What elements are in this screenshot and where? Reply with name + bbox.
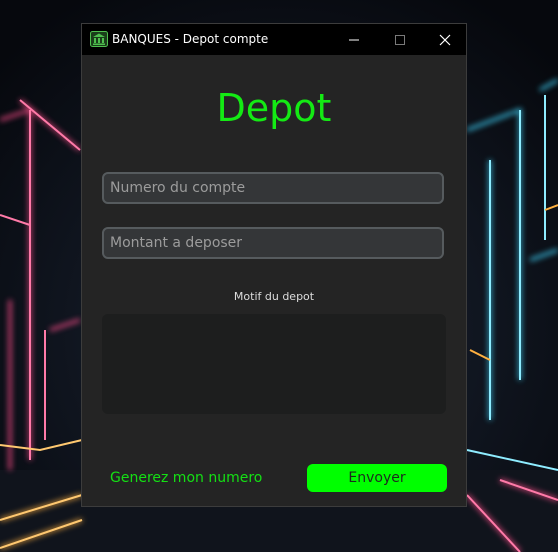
bank-icon bbox=[90, 31, 108, 47]
close-icon bbox=[439, 34, 451, 46]
deposit-window: BANQUES - Depot compte Depot Motif du de… bbox=[81, 23, 467, 507]
maximize-button[interactable] bbox=[377, 24, 423, 55]
motif-textarea[interactable] bbox=[102, 314, 446, 414]
account-number-input[interactable] bbox=[102, 172, 444, 204]
window-title: BANQUES - Depot compte bbox=[112, 32, 269, 46]
title-bar[interactable]: BANQUES - Depot compte bbox=[82, 24, 466, 55]
generate-number-link[interactable]: Generez mon numero bbox=[110, 470, 262, 486]
amount-input[interactable] bbox=[102, 227, 444, 259]
minimize-button[interactable] bbox=[331, 24, 377, 55]
page-title: Depot bbox=[216, 86, 332, 130]
close-button[interactable] bbox=[422, 24, 468, 55]
motif-label: Motif du depot bbox=[233, 290, 315, 303]
minimize-icon bbox=[349, 39, 359, 41]
send-button[interactable]: Envoyer bbox=[307, 464, 447, 492]
maximize-icon bbox=[395, 35, 405, 45]
